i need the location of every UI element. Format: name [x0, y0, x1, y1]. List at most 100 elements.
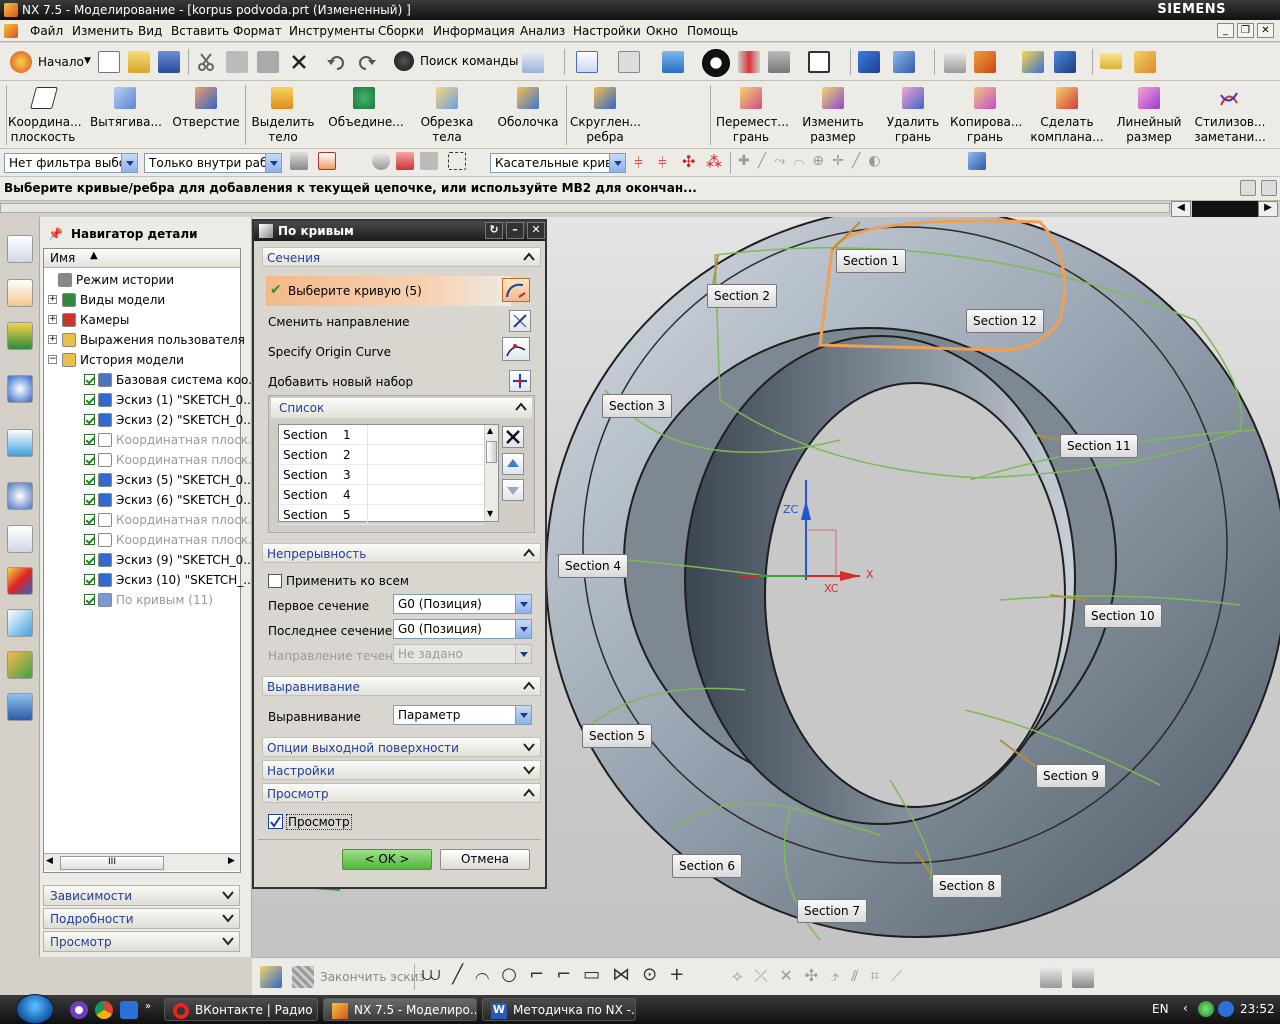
section-header-output-options[interactable]: Опции выходной поверхности [262, 737, 541, 757]
first-section-select[interactable]: G0 (Позиция) [393, 594, 532, 614]
quick-pick-icon[interactable] [420, 152, 438, 170]
sections-list[interactable]: Section 1 Section 2 Section 3 Section 4 Section 5… [278, 424, 499, 525]
csys-icon[interactable] [974, 51, 996, 73]
section-label-12[interactable]: Section 12 [966, 309, 1044, 333]
list-item[interactable]: Section 1 [279, 425, 484, 445]
tree-row[interactable]: Координатная плоск... [44, 530, 259, 550]
section-label-1[interactable]: Section 1 [836, 249, 907, 273]
layer-view-icon[interactable] [768, 51, 790, 73]
panel-dependencies[interactable]: Зависимости [43, 885, 240, 906]
tray-app-icon[interactable] [1198, 1001, 1214, 1017]
tree-row[interactable]: По кривым (11) [44, 590, 240, 610]
section-label-6[interactable]: Section 6 [672, 854, 743, 878]
menu-edit[interactable]: Изменить [72, 24, 134, 38]
minimize-icon[interactable]: _ [1217, 23, 1234, 38]
extrude-button[interactable]: Вытягива... [90, 115, 162, 130]
part-navigator-icon[interactable] [7, 279, 33, 307]
chevron-down-icon[interactable]: ▼ [84, 56, 91, 66]
move-down-icon[interactable] [502, 479, 524, 501]
visibility-checkbox[interactable] [84, 434, 95, 445]
reverse-direction-icon[interactable] [509, 310, 531, 332]
stop-at-intersection-icon[interactable]: ⫩ [634, 154, 643, 172]
web-browser-icon[interactable] [7, 429, 33, 457]
expand-toggle-icon[interactable]: + [48, 295, 57, 304]
expand-toggle-icon[interactable]: + [48, 315, 57, 324]
menu-window[interactable]: Окно [646, 24, 678, 38]
tree-hscroll-thumb[interactable]: III [60, 856, 164, 870]
new-file-icon[interactable] [98, 51, 120, 73]
move-object-icon[interactable] [858, 51, 880, 73]
sketch-curve-tools[interactable]: ⩊╱⌒○⌐⌐▭⋈⊙+ [422, 964, 696, 985]
cut-icon[interactable] [195, 51, 217, 73]
make-coplanar-button[interactable]: Сделать комплана... [1030, 115, 1104, 145]
section-label-11[interactable]: Section 11 [1060, 434, 1138, 458]
menu-help[interactable]: Помощь [687, 24, 738, 38]
background-icon[interactable] [808, 51, 830, 73]
chain-within-feature-icon[interactable]: ✣ [682, 152, 695, 171]
language-indicator[interactable]: EN [1152, 1002, 1169, 1016]
panel-details[interactable]: Подробности [43, 908, 240, 929]
section-label-2[interactable]: Section 2 [707, 284, 778, 308]
orient-view-icon[interactable] [618, 51, 640, 73]
save-icon[interactable] [158, 51, 180, 73]
app-quicklaunch-icon[interactable] [120, 1001, 138, 1019]
menu-information[interactable]: Информация [433, 24, 515, 38]
section-header-sections[interactable]: Сечения [262, 247, 541, 267]
expand-toggle-icon[interactable]: + [48, 335, 57, 344]
taskbar-word[interactable]: W Методичка по NX -... [482, 998, 636, 1021]
section-label-5[interactable]: Section 5 [582, 724, 653, 748]
list-header[interactable]: Список [271, 398, 532, 418]
collapse-icon[interactable]: – [506, 222, 524, 239]
browser-quicklaunch-icon[interactable] [70, 1001, 88, 1019]
ok-button[interactable]: < OK > [342, 849, 432, 870]
scroll-left-icon[interactable]: ◀ [46, 856, 53, 866]
tray-expand-icon[interactable]: ‹ [1183, 1001, 1188, 1015]
deselect-icon[interactable] [396, 152, 414, 170]
tree-row[interactable]: Эскиз (9) "SKETCH_0... [44, 550, 255, 570]
menu-tools[interactable]: Инструменты [289, 24, 375, 38]
section-header-preview[interactable]: Просмотр [262, 783, 541, 803]
cue-options-icon[interactable] [1240, 180, 1256, 196]
paste-icon[interactable] [257, 51, 279, 73]
remove-section-icon[interactable] [502, 426, 524, 448]
tray-network-icon[interactable] [1218, 1001, 1234, 1017]
hscroll-track[interactable] [0, 203, 1170, 213]
redo-icon[interactable] [356, 51, 378, 73]
section-label-8[interactable]: Section 8 [932, 874, 1003, 898]
scroll-thumb[interactable] [1192, 201, 1258, 217]
section-label-4[interactable]: Section 4 [558, 554, 629, 578]
visibility-checkbox[interactable] [84, 394, 95, 405]
type-filter-select[interactable]: Нет фильтра выбор [4, 153, 138, 173]
menu-insert[interactable]: Вставить [171, 24, 229, 38]
tree-row[interactable]: Координатная плоск... [44, 510, 259, 530]
tree-row[interactable]: − История модели [44, 350, 240, 370]
finish-sketch-button[interactable]: Закончить эскиз [320, 970, 425, 984]
add-new-set-icon[interactable] [509, 370, 531, 392]
section-label-3[interactable]: Section 3 [602, 394, 673, 418]
tree-row[interactable]: Эскиз (10) "SKETCH_... [44, 570, 255, 590]
tree-hscroll[interactable]: ◀ III ▶ [44, 853, 240, 871]
tree-row[interactable]: Эскиз (5) "SKETCH_0... [44, 470, 255, 490]
quicklaunch-more-icon[interactable]: » [145, 1001, 151, 1012]
column-header-name[interactable]: Имя ▲ [44, 249, 240, 268]
section-label-9[interactable]: Section 9 [1036, 764, 1107, 788]
list-item[interactable]: Section 5 [279, 505, 484, 525]
expand-toggle-icon[interactable]: − [48, 355, 57, 364]
shaded-view-icon[interactable] [662, 51, 684, 73]
section-view-icon[interactable] [738, 51, 760, 73]
reset-icon[interactable]: ↻ [485, 222, 503, 239]
close-icon[interactable]: ✕ [1257, 23, 1274, 38]
tree-row[interactable]: + Виды модели [44, 290, 240, 310]
nx-menu-icon[interactable] [4, 24, 18, 38]
delete-icon[interactable] [288, 51, 310, 73]
section-label-7[interactable]: Section 7 [797, 899, 868, 923]
section-header-alignment[interactable]: Выравнивание [262, 676, 541, 696]
copy-icon[interactable] [226, 51, 248, 73]
section-header-continuity[interactable]: Непрерывность [262, 543, 541, 563]
chrome-quicklaunch-icon[interactable] [95, 1001, 113, 1019]
move-face-button[interactable]: Перемест... грань [716, 115, 789, 145]
constraints-icon[interactable] [1040, 966, 1062, 988]
resize-face-button[interactable]: Изменить размер [800, 115, 866, 145]
assembly-navigator-icon[interactable] [7, 235, 33, 263]
menu-analysis[interactable]: Анализ [520, 24, 565, 38]
